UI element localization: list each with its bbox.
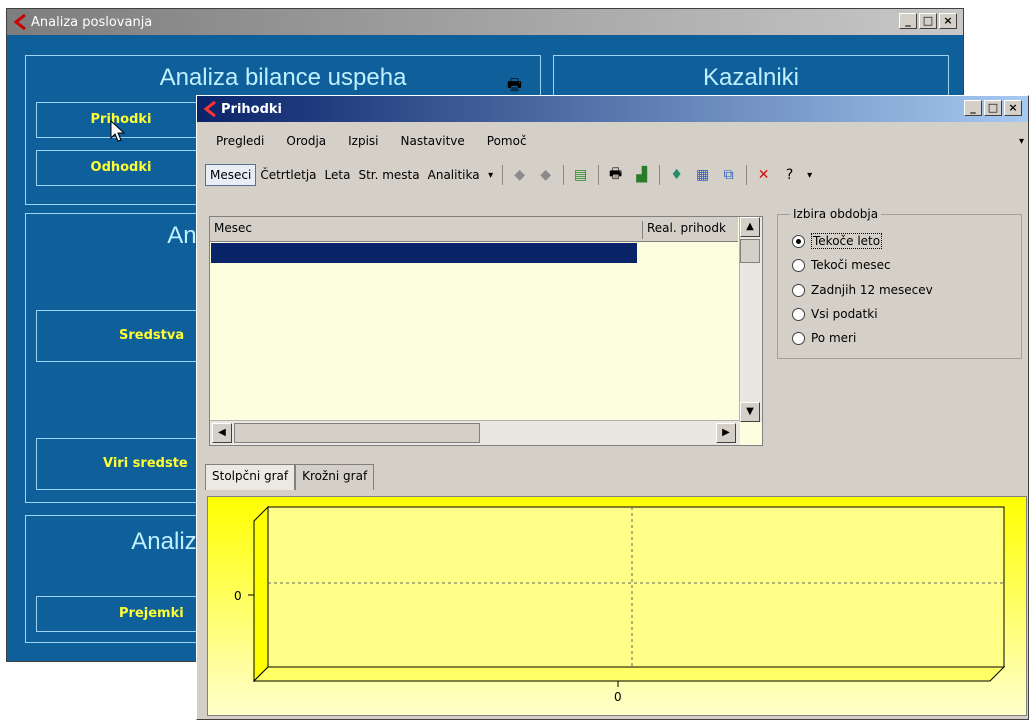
print-icon[interactable]: 🖶	[606, 165, 626, 185]
sredstva-button[interactable]: Sredstva	[36, 310, 206, 362]
table-row[interactable]	[211, 243, 637, 263]
radio-tekoci-mesec[interactable]: Tekoči mesec	[792, 258, 891, 272]
scroll-left-icon[interactable]: ◀	[212, 423, 232, 443]
group-title: Kazalniki	[702, 64, 800, 91]
radio-checked-icon[interactable]	[792, 234, 805, 248]
y-tick-label: 0	[234, 589, 242, 603]
analiza-denarnega-toka-group: Analiza Prejemki	[25, 515, 215, 643]
column-real-prihodki[interactable]: Real. prihodk	[642, 221, 726, 239]
app-logo-icon	[13, 14, 26, 30]
radio-icon[interactable]	[792, 258, 805, 272]
chart-canvas: 0 0	[234, 505, 1006, 704]
scroll-thumb[interactable]	[740, 239, 760, 263]
fg-window-title: Prihodki	[221, 101, 282, 117]
chevron-down-icon[interactable]: ▾	[487, 165, 495, 185]
analiza-bilance-stanja-group: Ana Sredstva Viri sredste	[25, 213, 215, 503]
arrow-left-icon[interactable]: ◆	[510, 165, 530, 185]
menu-orodja[interactable]: Orodja	[275, 134, 337, 148]
viri-sredstev-button[interactable]: Viri sredste	[36, 438, 206, 490]
app-logo-icon	[203, 101, 216, 117]
menu-overflow-icon[interactable]: ▾	[1019, 136, 1024, 147]
list-view-icon[interactable]: ▤	[571, 165, 591, 185]
toolbar: Meseci Četrtletja Leta Str. mesta Analit…	[205, 162, 817, 188]
radio-zadnjih-12[interactable]: Zadnjih 12 mesecev	[792, 283, 933, 297]
chart-tabs: Stolpčni graf Krožni graf	[205, 464, 375, 490]
tab-leta[interactable]: Leta	[321, 165, 355, 185]
menu-pomoc[interactable]: Pomoč	[476, 134, 538, 148]
toolbar-separator	[597, 165, 599, 185]
chart-icon[interactable]: ▟	[632, 165, 652, 185]
delete-icon[interactable]: ✕	[754, 165, 774, 185]
radio-po-meri[interactable]: Po meri	[792, 331, 856, 345]
toolbar-separator	[658, 165, 660, 185]
minimize-button[interactable]: _	[899, 13, 917, 29]
radio-icon[interactable]	[792, 331, 805, 345]
radio-vsi-podatki[interactable]: Vsi podatki	[792, 307, 878, 321]
toolbar-separator	[562, 165, 564, 185]
scroll-up-icon[interactable]: ▲	[740, 217, 760, 237]
vertical-scrollbar[interactable]: ▲ ▼	[739, 217, 762, 422]
toolbar-separator	[501, 165, 503, 185]
chevron-down-icon[interactable]: ▾	[806, 165, 814, 185]
close-button[interactable]: ×	[1004, 100, 1022, 116]
prihodki-window: Prihodki _ □ × Pregledi Orodja Izpisi Na…	[196, 95, 1029, 720]
menu-pregledi[interactable]: Pregledi	[205, 134, 275, 148]
group-title: Analiza bilance uspeha	[159, 64, 407, 91]
fg-titlebar[interactable]: Prihodki _ □ ×	[197, 96, 1028, 122]
scroll-down-icon[interactable]: ▼	[740, 402, 760, 422]
maximize-button[interactable]: □	[984, 100, 1002, 116]
tab-cetrtletja[interactable]: Četrtletja	[256, 165, 320, 185]
tab-str-mesta[interactable]: Str. mesta	[354, 165, 423, 185]
radio-icon[interactable]	[792, 307, 805, 321]
tab-krozni-graf[interactable]: Krožni graf	[295, 464, 375, 490]
group-title: Ana	[167, 222, 210, 249]
filter-icon[interactable]: ♦	[667, 165, 687, 185]
bg-titlebar[interactable]: Analiza poslovanja _ □ ×	[7, 9, 963, 35]
scroll-right-icon[interactable]: ▶	[716, 423, 736, 443]
odhodki-button[interactable]: Odhodki	[36, 150, 206, 186]
scroll-thumb[interactable]	[234, 423, 480, 443]
export-icon[interactable]: ▦	[693, 165, 713, 185]
minimize-button[interactable]: _	[964, 100, 982, 116]
toolbar-separator	[745, 165, 747, 185]
arrow-right-icon[interactable]: ◆	[536, 165, 556, 185]
horizontal-scrollbar[interactable]: ◀ ▶	[210, 420, 740, 445]
radio-icon[interactable]	[792, 283, 805, 297]
tab-stolpcni-graf[interactable]: Stolpčni graf	[205, 464, 296, 490]
chart-floor	[252, 666, 1006, 682]
help-icon[interactable]: ?	[780, 165, 800, 185]
chart-left-wall	[253, 505, 269, 683]
tab-analitika[interactable]: Analitika	[424, 165, 484, 185]
menu-izpisi[interactable]: Izpisi	[337, 134, 389, 148]
chart-back-wall	[267, 506, 1005, 668]
bg-window-title: Analiza poslovanja	[31, 14, 153, 30]
maximize-button[interactable]: □	[919, 13, 937, 29]
bar-chart: 0 0	[207, 496, 1027, 716]
close-button[interactable]: ×	[939, 13, 957, 29]
mouse-cursor-icon	[110, 120, 126, 142]
group-title: Analiza	[131, 528, 210, 555]
x-tick-label: 0	[614, 690, 622, 704]
menu-nastavitve[interactable]: Nastavitve	[390, 134, 476, 148]
table-header: Mesec Real. prihodk	[210, 217, 738, 242]
period-group-label: Izbira obdobja	[790, 207, 882, 221]
tab-meseci[interactable]: Meseci	[205, 164, 257, 186]
prejemki-button[interactable]: Prejemki	[36, 596, 206, 632]
radio-tekoce-leto[interactable]: Tekoče leto	[792, 233, 883, 249]
period-selection-group: Izbira obdobja Tekoče leto Tekoči mesec …	[777, 207, 1022, 359]
copy-icon[interactable]: ⧉	[719, 165, 739, 185]
column-mesec[interactable]: Mesec	[214, 221, 252, 235]
menu-bar: Pregledi Orodja Izpisi Nastavitve Pomoč	[205, 130, 538, 152]
months-table[interactable]: Mesec Real. prihodk ▲ ▼ ◀ ▶	[209, 216, 763, 446]
